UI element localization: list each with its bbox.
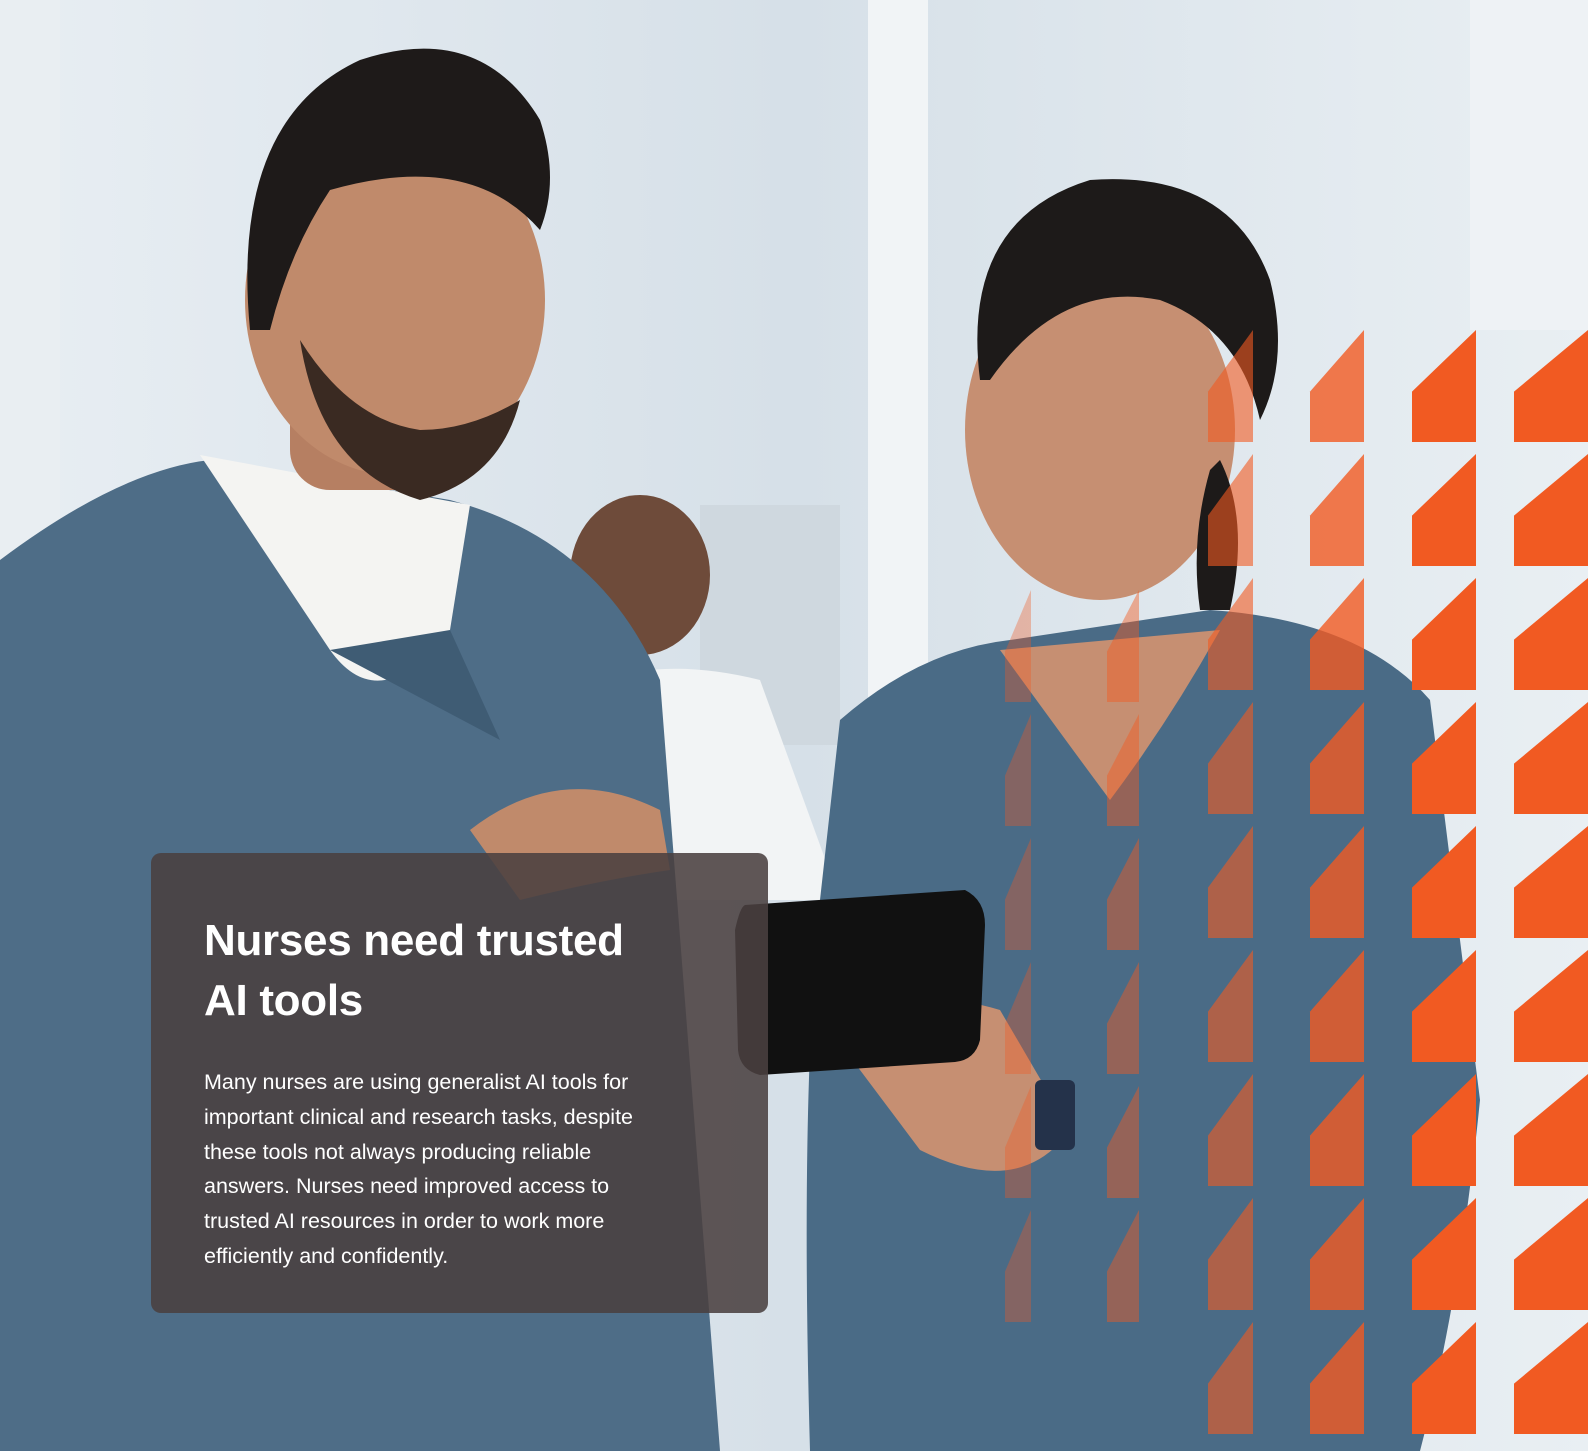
card-title: Nurses need trusted AI tools [204, 916, 624, 1025]
tablet [735, 890, 985, 1075]
info-card: Nurses need trusted AI tools Many nurses… [151, 853, 768, 1313]
card-body: Many nurses are using generalist AI tool… [204, 1070, 634, 1268]
